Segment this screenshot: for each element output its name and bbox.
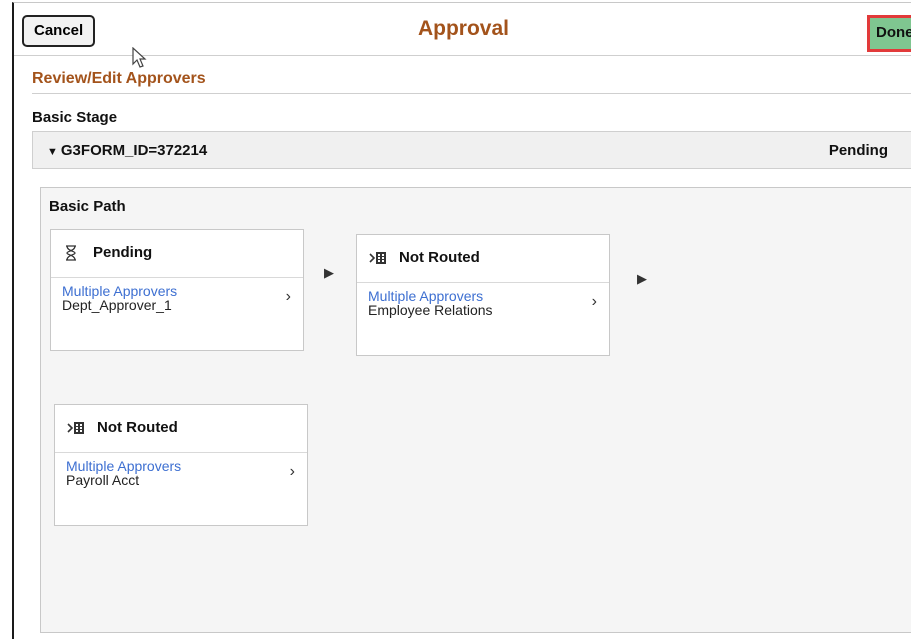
chevron-right-icon[interactable]: ›: [290, 464, 295, 480]
multiple-approvers-link[interactable]: Multiple Approvers: [62, 284, 303, 298]
group-id-label: G3FORM_ID=372214: [60, 142, 208, 159]
hourglass-icon: [66, 245, 76, 261]
path-arrow-icon: ▶: [637, 271, 647, 286]
approver-name: Dept_Approver_1: [62, 297, 172, 313]
done-button[interactable]: Done: [867, 15, 911, 52]
stage-label: Basic Stage: [32, 109, 118, 126]
step-header: Not Routed: [55, 405, 307, 453]
step-header: Pending: [51, 230, 303, 278]
step-header: Not Routed: [357, 235, 609, 283]
step-status: Not Routed: [399, 249, 480, 266]
approval-step-card[interactable]: Pending Multiple Approvers Dept_Approver…: [50, 229, 304, 351]
divider: [32, 93, 911, 94]
multiple-approvers-link[interactable]: Multiple Approvers: [368, 289, 609, 303]
approval-group-header: ▼ G3FORM_ID=372214 Pending: [32, 131, 911, 169]
path-container: Basic Path Pending Multiple Approvers De…: [40, 187, 911, 633]
not-routed-icon: [67, 422, 84, 434]
page-header: Cancel Approval Done: [14, 3, 911, 56]
path-arrow-icon: ▶: [324, 265, 334, 280]
multiple-approvers-link[interactable]: Multiple Approvers: [66, 459, 307, 473]
approval-page: Cancel Approval Done Review/Edit Approve…: [12, 2, 911, 639]
page-title: Approval: [417, 17, 509, 40]
step-body: Multiple Approvers Dept_Approver_1 ›: [51, 278, 303, 312]
approval-step-card[interactable]: Not Routed Multiple Approvers Payroll Ac…: [54, 404, 308, 526]
approval-step-card[interactable]: Not Routed Multiple Approvers Employee R…: [356, 234, 610, 356]
section-title: Review/Edit Approvers: [32, 70, 206, 87]
collapse-triangle-icon: ▼: [47, 146, 58, 158]
step-body: Multiple Approvers Payroll Acct ›: [55, 453, 307, 487]
step-status: Pending: [93, 244, 153, 261]
step-status: Not Routed: [97, 419, 178, 436]
approver-name: Employee Relations: [368, 302, 493, 318]
not-routed-icon: [369, 252, 386, 264]
mouse-pointer-icon: [132, 47, 147, 68]
approver-name: Payroll Acct: [66, 472, 140, 488]
path-title: Basic Path: [49, 198, 126, 215]
group-toggle[interactable]: ▼ G3FORM_ID=372214: [47, 142, 207, 159]
group-status: Pending: [828, 142, 888, 159]
chevron-right-icon[interactable]: ›: [286, 289, 291, 305]
step-body: Multiple Approvers Employee Relations ›: [357, 283, 609, 317]
chevron-right-icon[interactable]: ›: [592, 294, 597, 310]
